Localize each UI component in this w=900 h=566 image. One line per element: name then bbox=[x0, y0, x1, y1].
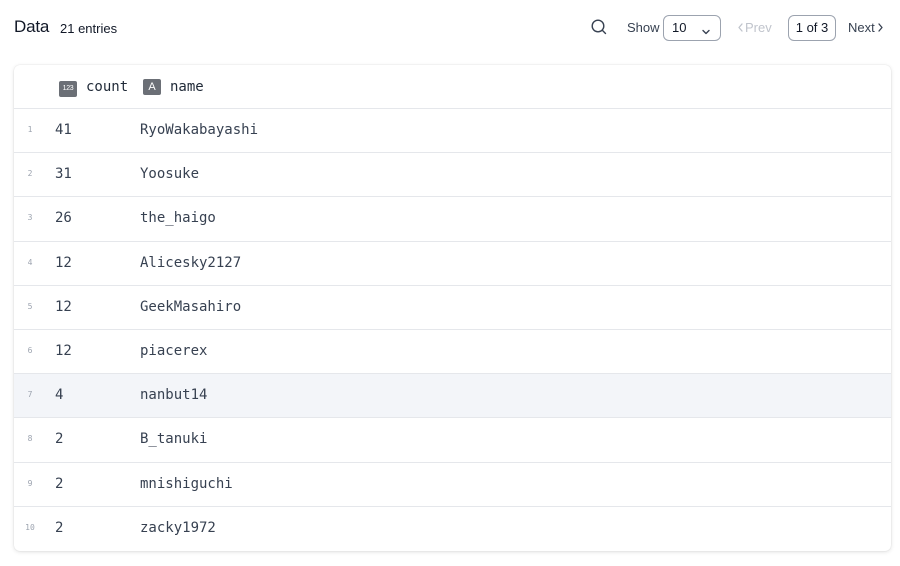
number-type-icon: 123 bbox=[59, 81, 77, 97]
row-number: 1 bbox=[27, 125, 33, 134]
row-number: 2 bbox=[27, 169, 33, 179]
prev-label: Prev bbox=[745, 20, 772, 35]
row-number: 10 bbox=[25, 522, 35, 532]
table-row[interactable]: 3 26 the_haigo bbox=[14, 197, 891, 242]
table-row[interactable]: 2 31 Yoosuke bbox=[14, 153, 891, 198]
name-cell: nanbut14 bbox=[140, 387, 208, 404]
column-header-count[interactable]: 123 count bbox=[59, 78, 129, 97]
table-header: 123 count Aname bbox=[14, 65, 891, 109]
row-number: 3 bbox=[27, 213, 33, 223]
row-number: 5 bbox=[27, 301, 33, 311]
next-label: Next bbox=[848, 20, 875, 35]
page-size-value: 10 bbox=[672, 20, 687, 35]
table-row[interactable]: 4 12 Alicesky2127 bbox=[14, 242, 891, 286]
data-table: 123 count Aname 1 41 RyoWakabayashi 2 31 … bbox=[14, 65, 891, 551]
count-cell: 41 bbox=[55, 122, 72, 138]
chevron-right-icon bbox=[875, 21, 886, 36]
chevron-down-icon bbox=[700, 22, 712, 35]
entries-count: 21 entries bbox=[60, 21, 118, 36]
table-row[interactable]: 9 2 mnishiguchi bbox=[14, 463, 891, 507]
count-cell: 12 bbox=[55, 254, 72, 271]
page-size-select[interactable]: 10 bbox=[663, 15, 721, 41]
count-cell: 12 bbox=[55, 342, 72, 359]
name-cell: GeekMasahiro bbox=[140, 298, 242, 315]
name-cell: Yoosuke bbox=[140, 166, 200, 183]
string-type-icon: A bbox=[143, 79, 161, 95]
column-header-name[interactable]: Aname bbox=[143, 78, 204, 96]
count-cell: 4 bbox=[55, 387, 64, 404]
count-cell: 31 bbox=[55, 166, 72, 183]
count-cell: 2 bbox=[55, 519, 64, 536]
show-label: Show bbox=[627, 20, 660, 35]
name-cell: Alicesky2127 bbox=[140, 254, 242, 271]
name-cell: B_tanuki bbox=[140, 431, 208, 448]
table-row[interactable]: 1 41 RyoWakabayashi bbox=[14, 109, 891, 154]
count-cell: 2 bbox=[55, 475, 64, 492]
name-cell: piacerex bbox=[140, 342, 208, 359]
count-cell: 12 bbox=[55, 298, 72, 315]
table-body: 1 41 RyoWakabayashi 2 31 Yoosuke 3 26 th… bbox=[14, 109, 891, 551]
name-cell: RyoWakabayashi bbox=[140, 122, 259, 138]
name-cell: mnishiguchi bbox=[140, 475, 233, 492]
next-page-button[interactable]: Next bbox=[848, 20, 886, 36]
row-number: 8 bbox=[27, 434, 33, 444]
count-cell: 26 bbox=[55, 210, 72, 227]
name-cell: zacky1972 bbox=[140, 519, 216, 536]
column-label: name bbox=[170, 79, 204, 95]
table-row[interactable]: 8 2 B_tanuki bbox=[14, 418, 891, 463]
row-number: 4 bbox=[27, 257, 33, 267]
table-row[interactable]: 5 12 GeekMasahiro bbox=[14, 286, 891, 330]
column-label: count bbox=[86, 79, 129, 95]
table-row[interactable]: 6 12 piacerex bbox=[14, 330, 891, 375]
page-indicator: 1 of 3 bbox=[788, 15, 836, 41]
row-number: 6 bbox=[27, 345, 33, 355]
page-title: Data bbox=[14, 17, 50, 36]
row-number: 9 bbox=[27, 478, 33, 488]
count-cell: 2 bbox=[55, 431, 64, 448]
toolbar: Data 21 entries Show 10 Prev 1 of 3 Next bbox=[0, 0, 900, 56]
chevron-left-icon bbox=[736, 21, 745, 36]
prev-page-button[interactable]: Prev bbox=[736, 20, 772, 36]
search-icon[interactable] bbox=[590, 18, 608, 36]
table-row[interactable]: 10 2 zacky1972 bbox=[14, 507, 891, 551]
name-cell: the_haigo bbox=[140, 210, 216, 227]
table-row[interactable]: 7 4 nanbut14 bbox=[14, 374, 891, 419]
row-number: 7 bbox=[27, 390, 33, 400]
